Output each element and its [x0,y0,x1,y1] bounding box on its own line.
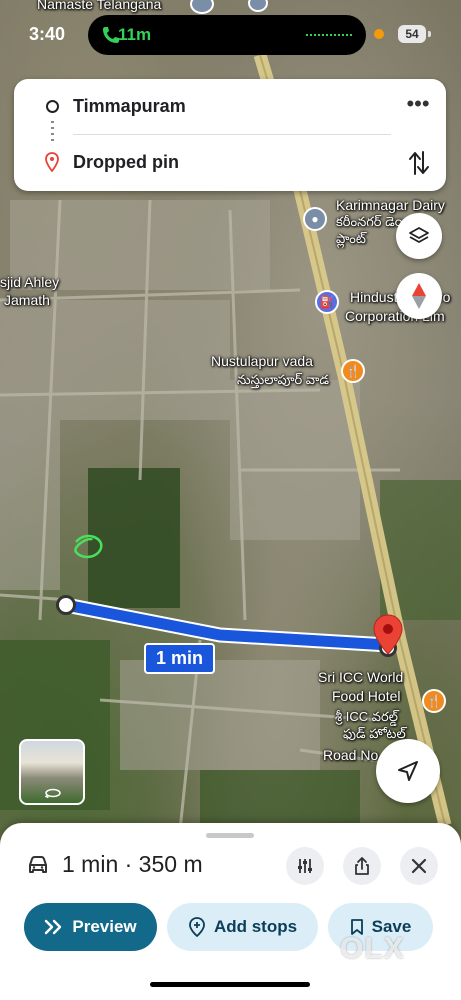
sliders-icon [298,859,312,873]
navigation-arrow-icon [398,761,418,781]
call-duration: 11m [118,25,152,44]
layers-icon [409,227,429,243]
battery-level: 54 [398,25,426,43]
share-button[interactable] [343,847,381,885]
map-label-nustulapur-vada[interactable]: Nustulapur vada [211,353,313,369]
restaurant-icon[interactable]: 🍴 [422,689,446,713]
map-label-namaste-telangana[interactable]: Namaste Telangana [37,0,161,12]
map-label-plant-telugu: ప్లాంట్ [336,231,366,246]
destination-field[interactable]: Dropped pin [73,152,179,173]
preview-button[interactable]: Preview [24,903,157,951]
route-origin-marker[interactable] [56,595,76,615]
map-label-sri-icc-telugu: శ్రీ ICC వరల్డ్ [335,709,398,724]
my-location-button[interactable] [376,739,440,803]
close-button[interactable] [400,847,438,885]
call-waveform [306,34,352,36]
map-label-jamath: Jamath [4,292,50,308]
status-time: 3:40 [29,24,66,44]
origin-circle-icon [46,100,59,113]
origin-field[interactable]: Timmapuram [73,96,186,117]
map-label-sri-icc-world[interactable]: Sri ICC World [318,669,403,685]
rotate-360-icon [45,788,61,798]
compass-icon [412,283,426,309]
map-label-food-hotel: Food Hotel [332,688,401,704]
car-icon [29,856,47,873]
route-connector-dots [51,121,54,143]
add-stops-button[interactable]: Add stops [167,903,318,951]
share-icon [355,857,369,875]
fuel-station-icon[interactable]: ⛽ [315,290,339,314]
route-card-divider [73,134,391,135]
home-indicator[interactable] [150,982,310,987]
route-directions-card: Timmapuram Dropped pin ••• [14,79,446,191]
dairy-poi-icon[interactable]: ● [303,207,327,231]
map-label-masjid[interactable]: sjid Ahley [0,274,59,290]
more-dots-icon[interactable]: ••• [406,93,430,117]
compass-button[interactable] [396,273,442,319]
map-label-road-no[interactable]: Road No [323,747,378,763]
map-layers-button[interactable] [396,213,442,259]
restaurant-icon[interactable]: 🍴 [341,359,365,383]
map-label-karimnagar-dairy[interactable]: Karimnagar Dairy [336,197,445,213]
mic-in-use-indicator [374,29,384,39]
dropped-pin-icon[interactable] [372,614,404,656]
street-view-thumbnail[interactable] [19,739,85,805]
trip-summary: 1 min · 350 m [62,851,203,877]
route-duration-label[interactable]: 1 min [144,643,215,674]
add-stops-label: Add stops [213,917,298,936]
close-icon [411,858,427,874]
double-chevron-right-icon [45,919,62,935]
swap-vertical-icon[interactable] [407,149,431,177]
map-label-nustulapur-telugu: నుస్తులాపూర్ వాడ [237,372,330,387]
destination-pin-icon [45,152,59,172]
add-location-icon [189,917,205,937]
sheet-grabber[interactable] [206,833,254,838]
map-label-food-hotel-telugu: ఫుడ్ హోటల్ [343,726,406,741]
preview-button-label: Preview [72,917,137,936]
directions-bottom-sheet: 1 min · 350 m Preview Add stops Save [0,823,461,1000]
battery-cap [428,31,431,37]
olx-watermark: OLX [340,932,405,965]
route-options-button[interactable] [286,847,324,885]
active-call-indicator[interactable]: 11m [88,15,366,55]
